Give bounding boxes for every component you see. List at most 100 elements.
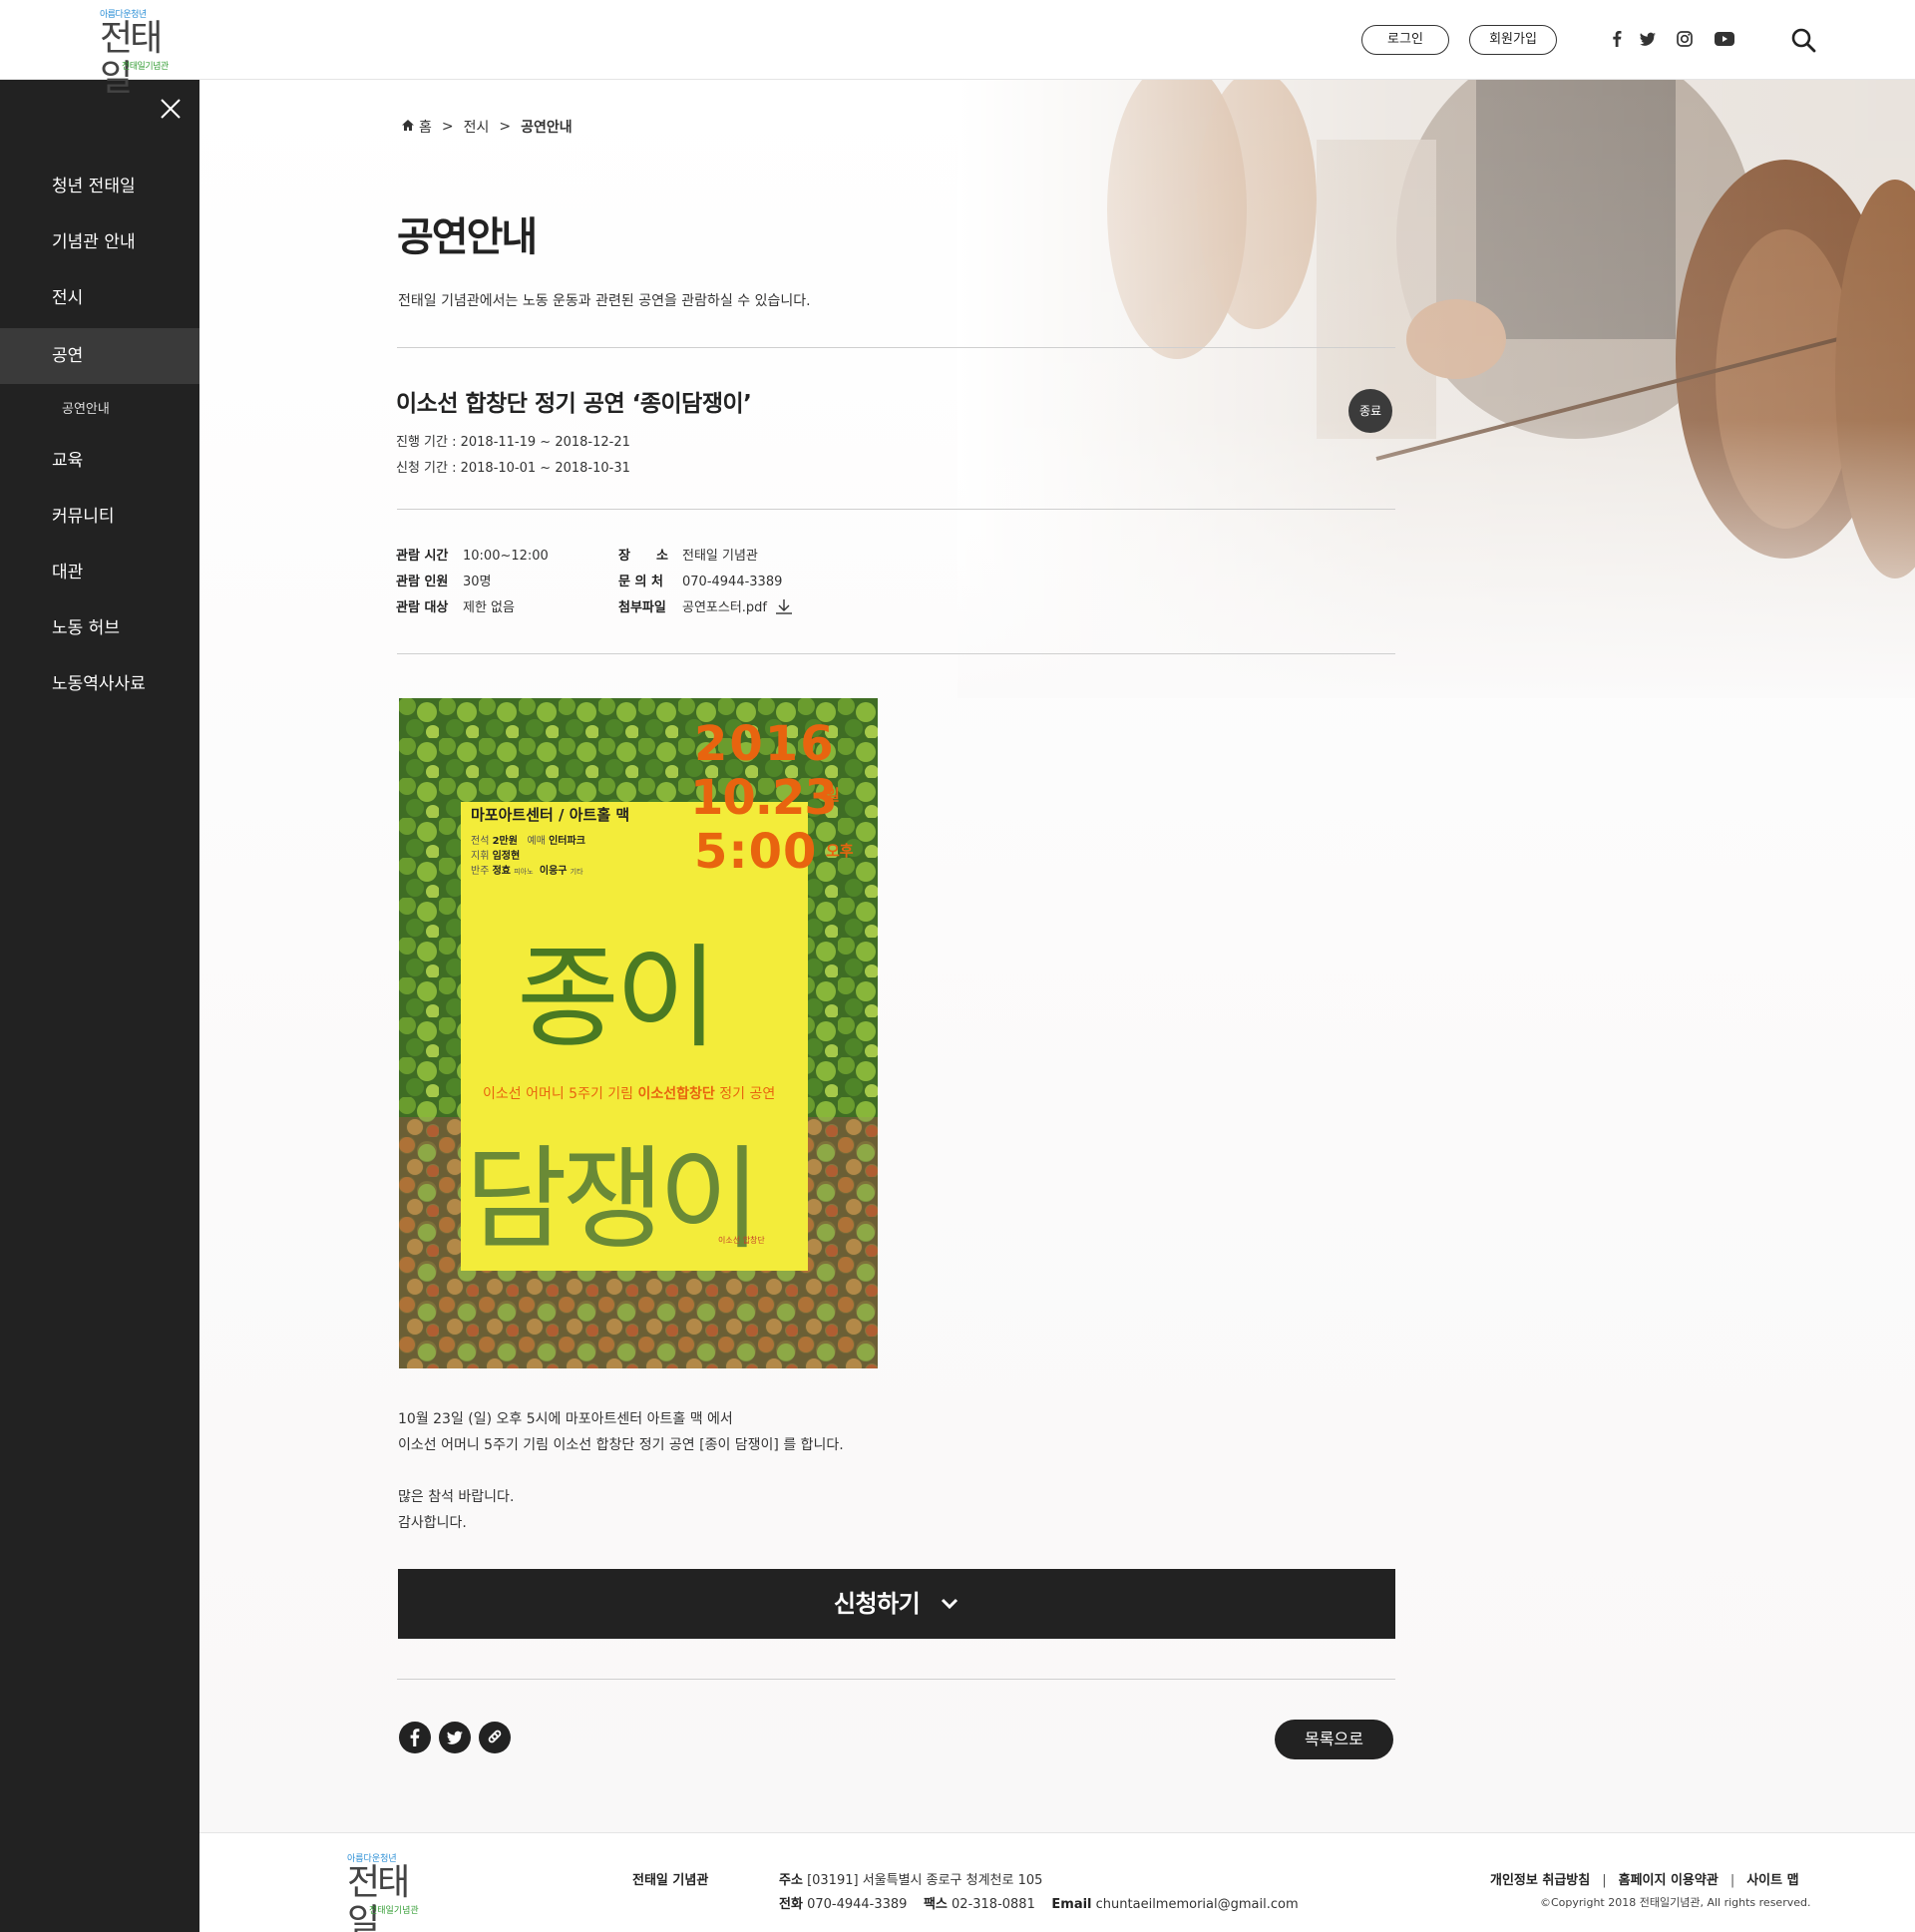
poster-year: 2016 <box>694 716 836 772</box>
site-header: 아름다운청년 전태일 전태일기념관 로그인 회원가입 <box>0 0 1915 99</box>
poster-label: 전석 <box>471 836 490 847</box>
logo-subtitle: 전태일기념관 <box>369 1906 419 1916</box>
apply-label: 신청하기 <box>833 1590 921 1618</box>
event-period: 진행 기간 : 2018-11-19 ~ 2018-12-21 <box>396 435 630 450</box>
breadcrumb-home[interactable]: 홈 <box>419 117 432 137</box>
info-label: 장 소 <box>618 549 668 564</box>
poster-value: 이응구 <box>539 866 568 877</box>
address-label: 주소 <box>779 1873 803 1888</box>
poster-time: 5:00 <box>694 824 818 880</box>
event-apply-period: 신청 기간 : 2018-10-01 ~ 2018-10-31 <box>396 461 630 476</box>
sidebar-item-memorial-info[interactable]: 기념관 안내 <box>0 214 199 270</box>
sidebar-item-exhibition[interactable]: 전시 <box>0 270 199 326</box>
facebook-share-icon[interactable] <box>399 1722 431 1753</box>
poster-conductor-line: 지휘 임정현 <box>471 847 520 862</box>
status-badge: 종료 <box>1348 389 1392 433</box>
info-label: 문 의 처 <box>618 575 663 589</box>
sidebar-item-education[interactable]: 교육 <box>0 433 199 489</box>
sidebar-nav: 청년 전태일 기념관 안내 전시 공연 공연안내 교육 커뮤니티 대관 노동 허… <box>0 80 199 1932</box>
info-value: 제한 없음 <box>463 600 515 615</box>
copyright: ©Copyright 2018 전태일기념관, All rights reser… <box>1540 1896 1811 1909</box>
download-icon[interactable] <box>775 598 793 618</box>
poster-venue: 마포아트센터 / 아트홀 맥 <box>471 806 630 824</box>
info-label: 첨부파일 <box>618 600 666 615</box>
site-logo[interactable]: 아름다운청년 전태일 전태일기념관 <box>100 7 176 99</box>
sidebar-item-youth-jeon[interactable]: 청년 전태일 <box>0 159 199 214</box>
divider <box>397 653 1395 654</box>
fax-value: 02-318-0881 <box>952 1897 1035 1912</box>
poster-value: 임정현 <box>492 851 521 862</box>
privacy-policy-link[interactable]: 개인정보 취급방침 <box>1490 1873 1590 1888</box>
youtube-icon[interactable] <box>1712 28 1737 50</box>
poster-title-1: 종이 <box>517 934 718 1063</box>
page-title: 공연안내 <box>397 213 538 260</box>
twitter-icon[interactable] <box>1637 28 1659 50</box>
poster-ampm: 오후 <box>826 842 854 860</box>
info-value: 30명 <box>463 575 492 589</box>
site-footer: 아름다운청년 전태일 전태일기념관 전태일 기념관 주소 [03191] 서울특… <box>199 1832 1915 1932</box>
page-description: 전태일 기념관에서는 노동 운동과 관련된 공연을 관람하실 수 있습니다. <box>398 293 811 309</box>
poster-subtitle: 이소선 어머니 5주기 기림 이소선합창단 정기 공연 <box>483 1083 775 1103</box>
home-icon[interactable] <box>401 119 415 136</box>
hero-image <box>958 80 1915 698</box>
link-share-icon[interactable] <box>479 1722 511 1753</box>
poster-ticket-line: 전석 2만원 예매 인터파크 <box>471 832 585 847</box>
info-time: 관람 시간 10:00~12:00 <box>396 545 549 564</box>
sidebar-item-performance[interactable]: 공연 <box>0 328 199 384</box>
poster-subtitle-text: 이소선 어머니 5주기 기림 <box>483 1086 634 1102</box>
divider <box>397 1679 1395 1680</box>
sidebar-item-labor-hub[interactable]: 노동 허브 <box>0 600 199 656</box>
divider <box>397 509 1395 510</box>
sitemap-link[interactable]: 사이트 맵 <box>1746 1873 1798 1888</box>
terms-link[interactable]: 홈페이지 이용약관 <box>1619 1873 1719 1888</box>
search-icon[interactable] <box>1789 26 1817 54</box>
footer-contacts: 전화 070-4944-3389 팩스 02-318-0881 Email ch… <box>779 1893 1299 1912</box>
footer-separator: | <box>1729 1873 1735 1888</box>
poster-value: 2만원 <box>492 836 518 847</box>
event-title: 이소선 합창단 정기 공연 ‘종이담쟁이’ <box>396 391 752 417</box>
breadcrumb-exhibition[interactable]: 전시 <box>464 117 490 137</box>
login-button[interactable]: 로그인 <box>1361 25 1449 55</box>
info-place: 장 소 전태일 기념관 <box>618 545 758 564</box>
join-button[interactable]: 회원가입 <box>1469 25 1557 55</box>
facebook-icon[interactable] <box>1606 28 1628 50</box>
poster-label: 지휘 <box>471 851 490 862</box>
footer-org-name: 전태일 기념관 <box>632 1873 709 1888</box>
chevron-down-icon <box>940 1568 959 1638</box>
back-to-list-button[interactable]: 목록으로 <box>1275 1720 1393 1759</box>
sidebar-item-rental[interactable]: 대관 <box>0 545 199 600</box>
poster-subtitle-choir: 이소선합창단 <box>637 1086 715 1102</box>
body-line: 감사합니다. <box>398 1515 467 1531</box>
divider <box>397 347 1395 348</box>
tel-label: 전화 <box>779 1897 803 1912</box>
sidebar-item-community[interactable]: 커뮤니티 <box>0 489 199 545</box>
body-line: 많은 참석 바랍니다. <box>398 1489 515 1505</box>
twitter-share-icon[interactable] <box>439 1722 471 1753</box>
breadcrumb: 홈 > 전시 > 공연안내 <box>401 117 573 137</box>
sidebar-item-labor-history[interactable]: 노동역사사료 <box>0 656 199 712</box>
logo-subtitle: 전태일기념관 <box>122 62 169 72</box>
apply-button[interactable]: 신청하기 <box>398 1569 1395 1639</box>
info-attachment: 첨부파일 공연포스터.pdf <box>618 596 793 618</box>
poster-date: 10.23 <box>690 770 838 826</box>
fax-label: 팩스 <box>923 1897 948 1912</box>
sidebar-subitem-performance-info[interactable]: 공연안내 <box>62 398 110 417</box>
info-label: 관람 대상 <box>396 600 449 615</box>
info-capacity: 관람 인원 30명 <box>396 571 492 589</box>
footer-links: 개인정보 취급방침 | 홈페이지 이용약관 | 사이트 맵 <box>1490 1869 1799 1888</box>
info-target: 관람 대상 제한 없음 <box>396 596 515 615</box>
body-line: 10월 23일 (일) 오후 5시에 마포아트센터 아트홀 맥 에서 <box>398 1411 733 1427</box>
poster-title-2: 담쟁이 <box>465 1135 761 1265</box>
poster-label: 예매 <box>527 836 546 847</box>
poster-day: 일 <box>826 786 840 804</box>
footer-address: 주소 [03191] 서울특별시 종로구 청계천로 105 <box>779 1869 1042 1888</box>
close-icon[interactable] <box>158 96 184 122</box>
instagram-icon[interactable] <box>1674 28 1696 50</box>
info-label: 관람 시간 <box>396 549 449 564</box>
breadcrumb-separator: > <box>499 119 512 135</box>
attachment-link[interactable]: 공연포스터.pdf <box>682 596 767 615</box>
poster-accompany-line: 반주 정효 피아노 이응구 기타 <box>471 862 583 877</box>
tel-value: 070-4944-3389 <box>807 1897 908 1912</box>
poster-label: 피아노 <box>514 868 534 876</box>
address-value: [03191] 서울특별시 종로구 청계천로 105 <box>807 1873 1043 1888</box>
